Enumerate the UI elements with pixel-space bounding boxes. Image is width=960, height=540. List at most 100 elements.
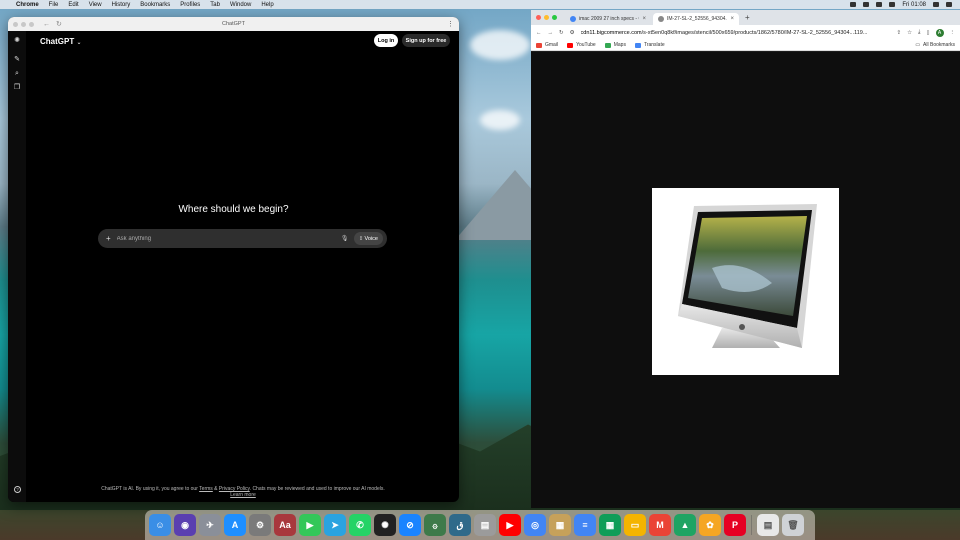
dock-launchpad-icon[interactable]: ✈ bbox=[199, 514, 221, 536]
voice-button[interactable]: ⁞⁞ Voice bbox=[354, 232, 383, 245]
reload-icon[interactable]: ↻ bbox=[559, 30, 564, 36]
reload-icon[interactable]: ↻ bbox=[56, 20, 62, 28]
dock-pinterest-icon[interactable]: P bbox=[724, 514, 746, 536]
bookmark-maps[interactable]: Maps bbox=[604, 42, 626, 48]
dock-calligraphy-icon[interactable]: ق bbox=[449, 514, 471, 536]
dock-google-drive-icon[interactable]: ▲ bbox=[674, 514, 696, 536]
dock-google-slides-icon[interactable]: ▭ bbox=[624, 514, 646, 536]
disclaimer-text: ChatGPT is AI. By using it, you agree to… bbox=[98, 486, 388, 498]
dock-siri-icon[interactable]: ◉ bbox=[174, 514, 196, 536]
menu-view[interactable]: View bbox=[89, 2, 102, 8]
dock-facetime-icon[interactable]: ▶ bbox=[299, 514, 321, 536]
model-selector[interactable]: ChatGPT ⌄ bbox=[40, 37, 82, 46]
dock-system-settings-icon[interactable]: ⚙ bbox=[249, 514, 271, 536]
globe-favicon-icon bbox=[658, 16, 664, 22]
plus-icon[interactable]: + bbox=[106, 234, 111, 243]
menu-bookmarks[interactable]: Bookmarks bbox=[140, 2, 170, 8]
dock-safari-icon[interactable]: ⊘ bbox=[399, 514, 421, 536]
google-favicon-icon bbox=[570, 16, 576, 22]
menu-file[interactable]: File bbox=[49, 2, 59, 8]
menu-profiles[interactable]: Profiles bbox=[180, 2, 200, 8]
share-icon[interactable]: ⇪ bbox=[896, 30, 901, 36]
bookmark-label: YouTube bbox=[576, 42, 596, 48]
dock-chrome-icon[interactable]: ◎ bbox=[524, 514, 546, 536]
menu-app-name[interactable]: Chrome bbox=[16, 2, 39, 8]
url-bar[interactable]: cdn11.bigcommerce.com/s-xt5en0q8kf/image… bbox=[581, 30, 891, 36]
dock-gmail-icon[interactable]: M bbox=[649, 514, 671, 536]
new-tab-icon[interactable]: + bbox=[745, 13, 750, 22]
dock-google-docs-icon[interactable]: ≡ bbox=[574, 514, 596, 536]
library-icon[interactable]: ❐ bbox=[13, 84, 21, 92]
minimize-button[interactable] bbox=[21, 21, 26, 27]
forward-arrow-icon[interactable]: → bbox=[548, 30, 554, 36]
dock-document-icon[interactable]: ▤ bbox=[757, 514, 779, 536]
battery-icon[interactable] bbox=[876, 2, 883, 7]
back-arrow-icon[interactable]: ← bbox=[536, 30, 542, 36]
search-icon[interactable]: ⌕ bbox=[13, 70, 21, 78]
menu-help[interactable]: Help bbox=[261, 2, 273, 8]
close-button[interactable] bbox=[13, 21, 18, 27]
bookmark-star-icon[interactable]: ☆ bbox=[907, 30, 912, 36]
bookmark-youtube[interactable]: YouTube bbox=[567, 42, 596, 48]
control-center-icon[interactable] bbox=[889, 2, 896, 7]
traffic-lights bbox=[536, 10, 557, 25]
menu-tab[interactable]: Tab bbox=[210, 2, 220, 8]
new-chat-icon[interactable]: ✎ bbox=[13, 56, 21, 64]
close-button[interactable] bbox=[536, 15, 541, 20]
minimize-button[interactable] bbox=[544, 15, 549, 20]
all-bookmarks[interactable]: ▭ All Bookmarks bbox=[915, 42, 955, 48]
menu-edit[interactable]: Edit bbox=[68, 2, 78, 8]
close-tab-icon[interactable]: × bbox=[642, 16, 646, 22]
more-options-icon[interactable]: ⋮ bbox=[950, 30, 956, 36]
dock-youtube-icon[interactable]: ▶ bbox=[499, 514, 521, 536]
bookmark-label: Gmail bbox=[545, 42, 559, 48]
zoom-button[interactable] bbox=[29, 21, 34, 27]
dock-google-sheets-icon[interactable]: ▦ bbox=[599, 514, 621, 536]
bookmark-translate[interactable]: Translate bbox=[634, 42, 665, 48]
terms-link[interactable]: Terms bbox=[199, 486, 213, 492]
signup-button[interactable]: Sign up for free bbox=[402, 34, 450, 47]
close-tab-icon[interactable]: × bbox=[730, 16, 734, 22]
dock-chatgpt-icon[interactable]: ✺ bbox=[374, 514, 396, 536]
dock-preview-icon[interactable]: ▦ bbox=[549, 514, 571, 536]
product-image[interactable] bbox=[652, 188, 839, 375]
dock-separator bbox=[751, 515, 752, 535]
dock-quran-icon[interactable]: ۞ bbox=[424, 514, 446, 536]
zoom-button[interactable] bbox=[552, 15, 557, 20]
voice-label: Voice bbox=[364, 235, 378, 242]
learn-more-link[interactable]: Learn more bbox=[230, 492, 256, 498]
chatgpt-window: ← ↻ ChatGPT ⋮ ✺ ✎ ⌕ ❐ ChatGPT ⌄ Log in S… bbox=[8, 17, 459, 502]
dock-dictionary-icon[interactable]: Aa bbox=[274, 514, 296, 536]
notification-icon[interactable] bbox=[946, 2, 952, 7]
dock-whatsapp-icon[interactable]: ✆ bbox=[349, 514, 371, 536]
dock-photos-icon[interactable]: ✿ bbox=[699, 514, 721, 536]
dock-app-store-icon[interactable]: A bbox=[224, 514, 246, 536]
dock-notes-stack-icon[interactable]: ▤ bbox=[474, 514, 496, 536]
imac-screen bbox=[688, 216, 807, 316]
dock-trash-icon[interactable]: 🗑 bbox=[782, 514, 804, 536]
siri-icon[interactable] bbox=[933, 2, 939, 7]
prompt-input[interactable] bbox=[116, 235, 341, 242]
menu-history[interactable]: History bbox=[112, 2, 131, 8]
microphone-icon[interactable]: 🎙 bbox=[341, 235, 349, 242]
dock-finder-icon[interactable]: ☺ bbox=[149, 514, 171, 536]
tab-google-search[interactable]: imac 2009 27 inch specs - Go × bbox=[565, 13, 651, 25]
profile-avatar[interactable]: A bbox=[935, 28, 944, 37]
clock[interactable]: Fri 01:08 bbox=[902, 2, 926, 8]
more-options-icon[interactable]: ⋮ bbox=[447, 20, 454, 28]
help-icon[interactable]: ? bbox=[14, 486, 21, 493]
wifi-icon[interactable] bbox=[863, 2, 870, 7]
dock-telegram-icon[interactable]: ➤ bbox=[324, 514, 346, 536]
browser-window: imac 2009 27 inch specs - Go × IM-27-SL-… bbox=[531, 10, 960, 508]
site-info-icon[interactable]: ⚙ bbox=[570, 30, 575, 36]
back-arrow-icon[interactable]: ← bbox=[43, 21, 50, 28]
login-button[interactable]: Log in bbox=[374, 34, 398, 47]
chatgpt-sidebar: ✺ ✎ ⌕ ❐ bbox=[8, 31, 26, 502]
menu-window[interactable]: Window bbox=[230, 2, 251, 8]
tab-image[interactable]: IM-27-SL-2_52556_94304... × bbox=[653, 13, 739, 25]
sidebar-icon[interactable]: ▯ bbox=[926, 30, 929, 36]
bookmark-gmail[interactable]: Gmail bbox=[536, 42, 558, 48]
download-icon[interactable]: ⤓ bbox=[918, 29, 920, 36]
status-icon[interactable] bbox=[850, 2, 857, 7]
openai-logo-icon[interactable]: ✺ bbox=[13, 37, 21, 45]
